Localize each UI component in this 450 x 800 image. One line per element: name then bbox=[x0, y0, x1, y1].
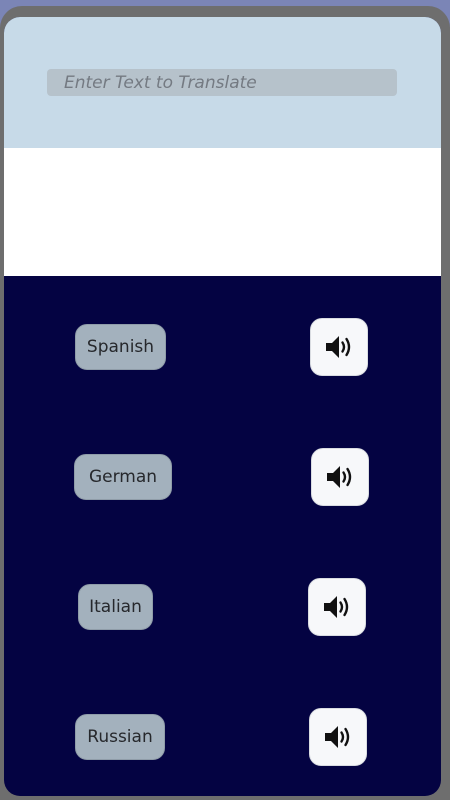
russian-speak-button[interactable] bbox=[309, 708, 367, 766]
speaker-icon bbox=[324, 596, 349, 618]
translation-output-panel bbox=[4, 148, 441, 276]
spanish-speak-button[interactable] bbox=[310, 318, 368, 376]
speaker-icon bbox=[326, 336, 351, 358]
language-list: Spanish German Italian Russian bbox=[4, 276, 441, 796]
speaker-icon bbox=[327, 466, 352, 488]
device-frame: Spanish German Italian bbox=[0, 6, 450, 800]
italian-button[interactable]: Italian bbox=[78, 584, 153, 630]
spanish-button[interactable]: Spanish bbox=[75, 324, 166, 370]
input-panel bbox=[4, 17, 441, 148]
speaker-icon bbox=[325, 726, 350, 748]
italian-speak-button[interactable] bbox=[308, 578, 366, 636]
app-screen: Spanish German Italian bbox=[4, 17, 441, 796]
german-speak-button[interactable] bbox=[311, 448, 369, 506]
german-button[interactable]: German bbox=[74, 454, 172, 500]
translate-text-input[interactable] bbox=[47, 69, 397, 96]
russian-button[interactable]: Russian bbox=[75, 714, 165, 760]
